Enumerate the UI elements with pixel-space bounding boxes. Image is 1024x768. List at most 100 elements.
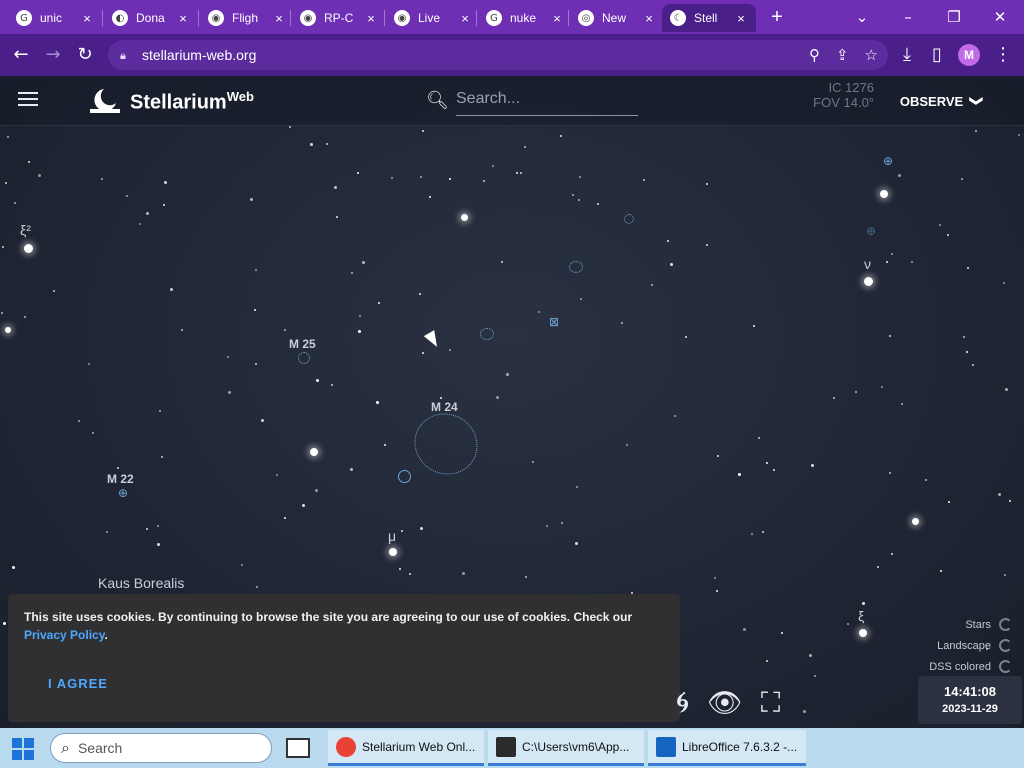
star — [24, 316, 26, 318]
bright-star[interactable] — [880, 190, 888, 198]
dso-label: M 24 — [431, 400, 458, 414]
nebula-marker[interactable] — [624, 214, 634, 224]
close-icon[interactable]: × — [80, 11, 94, 26]
bookmark-star-icon[interactable]: ☆ — [865, 46, 878, 64]
star — [506, 373, 509, 376]
site-icon: ◉ — [300, 10, 316, 26]
bright-star[interactable] — [5, 327, 11, 333]
star — [362, 261, 365, 264]
star — [126, 195, 128, 197]
download-icon[interactable]: ⤓ — [894, 42, 920, 68]
bright-star[interactable] — [23, 243, 33, 253]
share-icon[interactable]: ⇪ — [836, 46, 849, 64]
close-icon[interactable]: × — [364, 11, 378, 26]
browser-tab[interactable]: Gnuke × — [478, 4, 572, 32]
star — [881, 386, 883, 388]
taskbar-app-libreoffice[interactable]: LibreOffice 7.6.3.2 -... — [648, 730, 806, 766]
m24-outline[interactable] — [403, 402, 489, 486]
browser-tab[interactable]: ◉ Live × — [386, 4, 480, 32]
fullscreen-icon[interactable]: ⛶ — [761, 686, 781, 720]
browser-tab-strip: Gunic × ◐ Dona × ◉ Fligh × ◉ RP-C × ◉ Live × Gnuk… — [0, 0, 1024, 34]
planetary-nebula-icon[interactable]: ⊠ — [548, 316, 560, 328]
star — [947, 234, 949, 236]
reload-icon[interactable]: ↻ — [72, 42, 98, 68]
location-pin-icon[interactable]: ⚲ — [809, 46, 820, 64]
globular-cluster-icon[interactable]: ⊕ — [117, 487, 129, 499]
bright-star[interactable] — [389, 548, 397, 556]
star — [384, 444, 386, 446]
search-icon[interactable]: 🔍︎ — [426, 90, 449, 111]
windows-start-icon[interactable] — [12, 738, 34, 760]
minimize-icon[interactable]: – — [888, 4, 928, 30]
eye-icon[interactable]: 👁︎ — [707, 686, 743, 720]
new-tab-button[interactable]: + — [766, 6, 788, 28]
app-brand: StellariumWeb — [130, 89, 254, 114]
star — [170, 288, 173, 291]
bright-star[interactable] — [460, 213, 468, 221]
date-time-display[interactable]: 14:41:08 2023-11-29 — [918, 676, 1022, 724]
browser-tab[interactable]: Gunic × — [8, 4, 102, 32]
menu-kebab-icon[interactable]: ⋮ — [990, 42, 1016, 68]
taskbar-search[interactable]: ⌕ Search — [50, 733, 272, 763]
star-label: ν — [864, 256, 871, 272]
close-icon[interactable]: × — [176, 11, 190, 26]
tab-search-chevron-icon[interactable]: ⌄ — [842, 4, 882, 30]
profile-avatar[interactable]: M — [958, 44, 980, 66]
task-view-icon[interactable] — [286, 738, 310, 758]
toggle-dss[interactable]: DSS colored — [892, 656, 1012, 677]
url-text[interactable]: stellarium-web.org — [142, 47, 256, 63]
browser-tab[interactable]: ◉ RP-C × — [292, 4, 386, 32]
browser-tab-active[interactable]: ☾ Stell × — [662, 4, 756, 32]
bright-star[interactable] — [859, 629, 867, 637]
taskbar-app-chrome[interactable]: Stellarium Web Onl... — [328, 730, 484, 766]
browser-tab[interactable]: ◉ Fligh × — [200, 4, 294, 32]
toggle-stars[interactable]: Stars — [892, 614, 1012, 635]
close-icon[interactable]: × — [642, 11, 656, 26]
observe-button[interactable]: OBSERVE ❯ — [883, 86, 999, 116]
libreoffice-icon — [656, 736, 676, 757]
search-input[interactable]: Search... — [456, 90, 638, 116]
globular-cluster-icon[interactable]: ⊕ — [865, 225, 877, 237]
lock-icon[interactable]: 🔒︎ — [120, 49, 132, 62]
star — [401, 530, 403, 532]
hamburger-menu-icon[interactable] — [18, 92, 38, 106]
sky-view[interactable]: ⊕ ⊕ ⊕ ⊠ ξ² ν M 25 M 24 M 22 μ Kaus Borea… — [0, 76, 1024, 728]
star — [532, 461, 534, 463]
toggle-icon[interactable] — [999, 618, 1012, 631]
star — [7, 136, 9, 138]
bright-star[interactable] — [310, 448, 318, 456]
forward-arrow-icon[interactable]: → — [40, 42, 66, 68]
close-icon[interactable]: × — [734, 11, 748, 26]
nebula-marker[interactable] — [480, 328, 494, 340]
address-bar[interactable]: 🔒︎ stellarium-web.org ⚲ ⇪ ☆ — [108, 40, 888, 70]
nebula-marker[interactable] — [569, 261, 583, 273]
star — [357, 172, 359, 174]
windows-taskbar: ⌕ Search Stellarium Web Onl... C:\Users\v… — [0, 728, 1024, 768]
privacy-policy-link[interactable]: Privacy Policy — [24, 628, 105, 642]
milky-way-icon[interactable]: 🌀︎ — [676, 686, 689, 720]
bright-star[interactable] — [911, 517, 919, 525]
globular-cluster-icon[interactable]: ⊕ — [882, 155, 894, 167]
browser-tab[interactable]: ◐ Dona × — [104, 4, 198, 32]
star — [2, 246, 4, 248]
window-close-icon[interactable]: ✕ — [980, 4, 1020, 30]
star — [315, 489, 318, 492]
toggle-icon[interactable] — [999, 639, 1012, 652]
side-panel-icon[interactable]: ▯ — [924, 42, 950, 68]
close-icon[interactable]: × — [550, 11, 564, 26]
star — [766, 462, 768, 464]
close-icon[interactable]: × — [272, 11, 286, 26]
m25-marker[interactable] — [298, 352, 310, 364]
restore-icon[interactable]: ❐ — [934, 4, 974, 30]
tab-label: Stell — [694, 11, 718, 25]
browser-tab[interactable]: ◎ New × — [570, 4, 664, 32]
close-icon[interactable]: × — [458, 11, 472, 26]
back-arrow-icon[interactable]: ← — [8, 42, 34, 68]
agree-button[interactable]: I AGREE — [48, 676, 108, 691]
bright-star[interactable] — [863, 276, 873, 286]
toggle-landscape[interactable]: Landscape — [892, 635, 1012, 656]
cluster-marker[interactable] — [398, 470, 411, 483]
toggle-icon[interactable] — [999, 660, 1012, 673]
taskbar-app-terminal[interactable]: C:\Users\vm6\App... — [488, 730, 644, 766]
star-label: μ — [388, 528, 397, 544]
